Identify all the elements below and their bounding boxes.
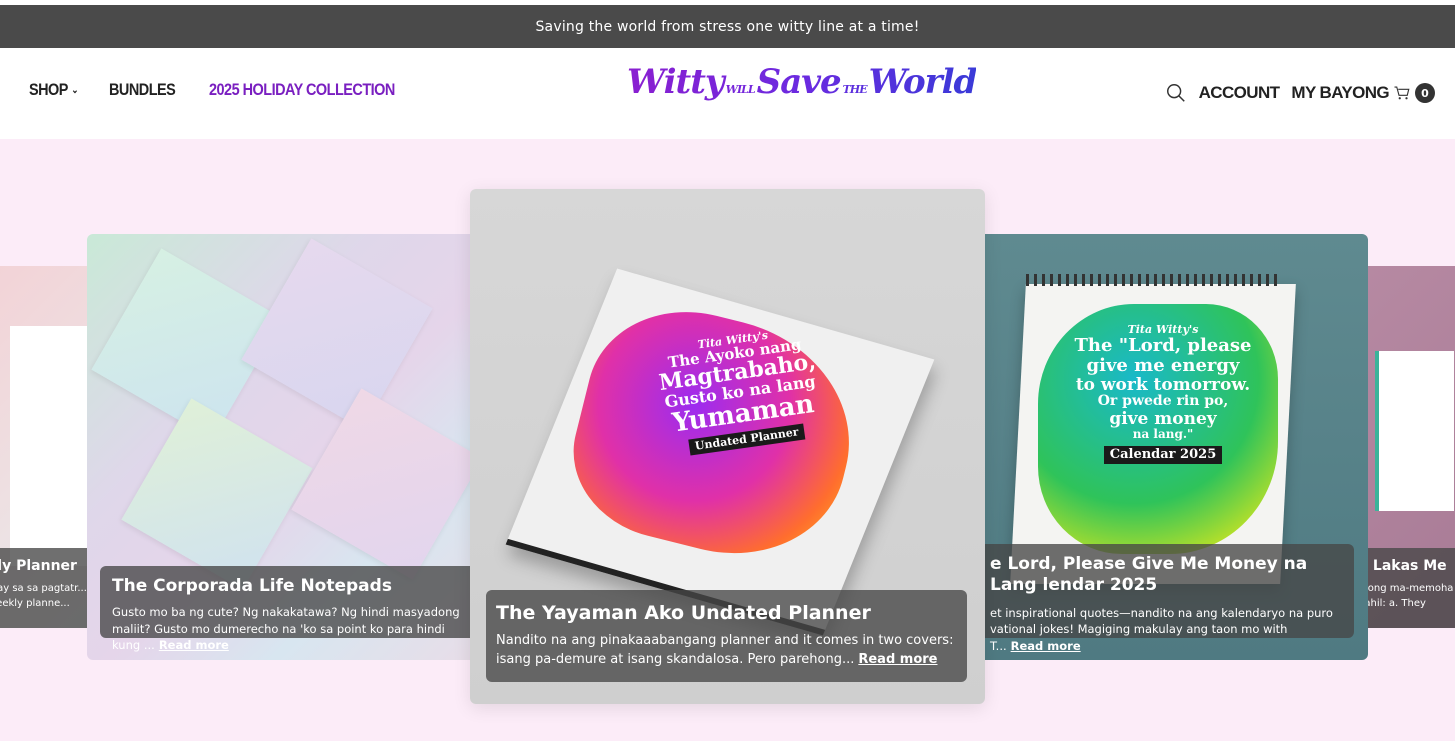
- cover-line: The "Lord, please: [1074, 335, 1252, 357]
- slide-text-wrap: et inspirational quotes—nandito na ang k…: [990, 605, 1342, 655]
- cover-line: give me energy: [1086, 354, 1240, 376]
- nav-holiday-collection[interactable]: 2025 HOLIDAY COLLECTION: [209, 80, 395, 100]
- header-actions: ACCOUNT MY BAYONG 0: [1165, 82, 1435, 104]
- slide-caption: e Lord, Please Give Me Money na Lang len…: [978, 544, 1354, 653]
- logo-word: World: [868, 62, 977, 102]
- cart-count-badge: 0: [1415, 83, 1435, 103]
- calendar-cover-text: Tita Witty's The "Lord, please give me e…: [1058, 323, 1268, 464]
- carousel-slide[interactable]: Tita Witty's The "Lord, please give me e…: [978, 234, 1368, 660]
- cart-icon: [1394, 86, 1410, 100]
- site-logo[interactable]: Witty WILLSave THEWorld: [627, 62, 976, 102]
- cover-line: give money: [1109, 408, 1217, 429]
- account-link[interactable]: ACCOUNT: [1199, 83, 1280, 103]
- search-icon[interactable]: [1165, 82, 1187, 104]
- slide-text: mong ma-memoha 'to dahil: a. They: [1358, 583, 1455, 609]
- logo-word: THE: [842, 83, 867, 96]
- logo-word: Save: [756, 62, 841, 102]
- read-more-link[interactable]: Read more: [1011, 639, 1081, 653]
- slide-caption: The Corporada Life Notepads Gusto mo ba …: [100, 566, 477, 652]
- announcement-text: Saving the world from stress one witty l…: [535, 18, 920, 35]
- announcement-bar: Saving the world from stress one witty l…: [0, 5, 1455, 48]
- slide-text-wrap: Nandito na ang pinakaaabangang planner a…: [496, 632, 955, 670]
- nav-bundles-label: BUNDLES: [108, 80, 176, 99]
- cover-line: Calendar 2025: [1103, 445, 1223, 464]
- cover-line: to work tomorrow.: [1075, 374, 1251, 395]
- chevron-down-icon: ⌄: [71, 84, 78, 96]
- carousel-slide[interactable]: The Corporada Life Notepads Gusto mo ba …: [87, 234, 477, 660]
- logo-word: Witty: [627, 62, 724, 102]
- site-header: SHOP ⌄ BUNDLES 2025 HOLIDAY COLLECTION W…: [0, 48, 1455, 139]
- read-more-link[interactable]: Read more: [159, 638, 229, 652]
- carousel-slide-active[interactable]: Tita Witty's The Ayoko nang Magtrabaho, …: [470, 189, 985, 704]
- slide-title: The Corporada Life Notepads: [112, 576, 392, 596]
- cart-link[interactable]: MY BAYONG 0: [1291, 83, 1435, 103]
- cover-line: Or pwede rin po,: [1097, 393, 1229, 410]
- product-carousel: kly Planner inay sa sa pagtatr... these …: [0, 139, 1455, 741]
- main-nav: SHOP ⌄ BUNDLES 2025 HOLIDAY COLLECTION: [29, 80, 427, 100]
- slide-title: e Lord, Please Give Me Money na Lang len…: [990, 554, 1308, 596]
- read-more-link[interactable]: Read more: [858, 652, 937, 667]
- nav-shop[interactable]: SHOP ⌄: [29, 80, 78, 100]
- cart-label: MY BAYONG: [1291, 83, 1389, 102]
- slide-title: g Lakas Me: [1358, 558, 1447, 574]
- nav-shop-label: SHOP: [29, 80, 68, 99]
- slide-text-wrap: Gusto mo ba ng cute? Ng nakakatawa? Ng h…: [112, 604, 472, 654]
- cover-line: na lang.": [1132, 427, 1194, 442]
- logo-word: WILL: [725, 83, 755, 96]
- nav-bundles[interactable]: BUNDLES: [108, 80, 176, 100]
- slide-title: The Yayaman Ako Undated Planner: [496, 602, 871, 624]
- slide-caption: The Yayaman Ako Undated Planner Nandito …: [486, 590, 967, 682]
- nav-holiday-label: 2025 HOLIDAY COLLECTION: [208, 80, 395, 99]
